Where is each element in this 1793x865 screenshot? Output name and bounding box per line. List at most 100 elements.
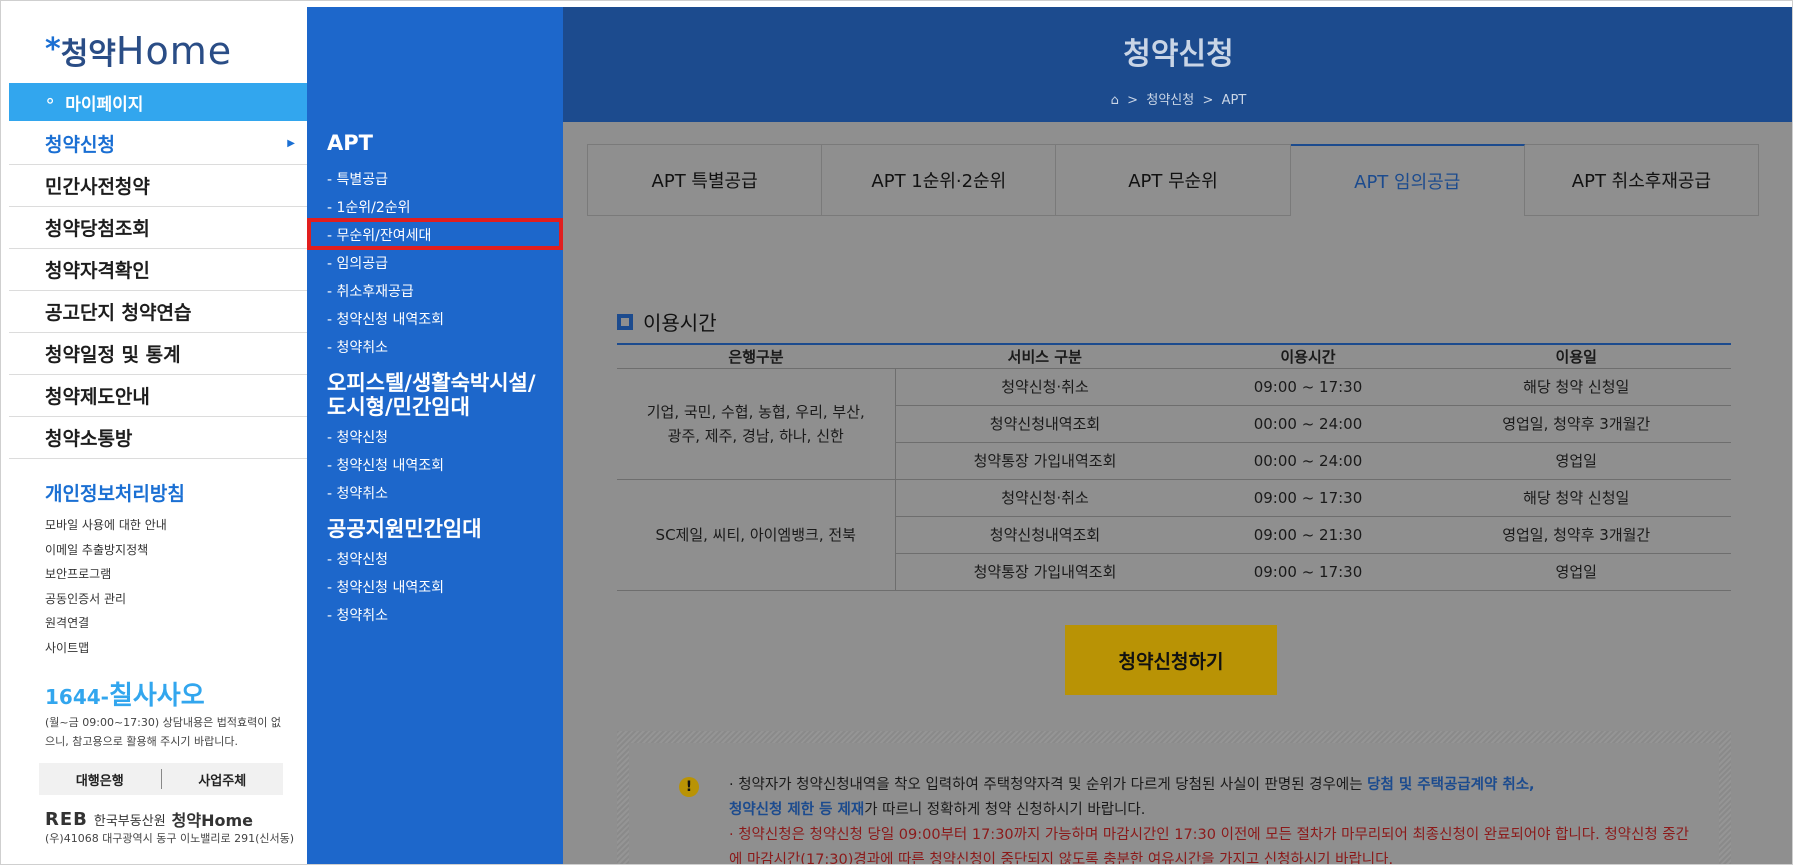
submenu-officetel-apply[interactable]: - 청약신청	[327, 427, 388, 447]
table-header-row: 은행구분 서비스 구분 이용시간 이용일	[617, 343, 1731, 369]
menu-item-private-pre[interactable]: 민간사전청약	[9, 165, 307, 207]
menu-item-label: 청약제도안내	[45, 386, 150, 408]
notice-box: ! · 청약자가 청약신청내역을 착오 입력하여 주택청약자격 및 순위가 다르…	[617, 731, 1731, 865]
cell-service: 청약신청·취소	[895, 368, 1195, 406]
submenu-public-title[interactable]: 공공지원민간임대	[327, 513, 482, 543]
submenu-public-history[interactable]: - 청약신청 내역조회	[327, 577, 444, 597]
submenu-resupply[interactable]: - 취소후재공급	[327, 281, 414, 301]
section-title-label: 이용시간	[643, 311, 717, 335]
table-row: SC제일, 씨티, 아이엠뱅크, 전북 청약신청·취소 09:00 ~ 17:3…	[617, 479, 1731, 591]
phone-number: 1644-칠사사오	[45, 675, 205, 712]
submenu-arbitrary[interactable]: - 임의공급	[327, 253, 388, 273]
hours-notice: (월~금 09:00~17:30) 상담내용은 법적효력이 없으니, 참고용으로…	[45, 716, 281, 748]
logo-korean: 청약	[60, 37, 116, 72]
reb-mark: REB	[45, 808, 88, 830]
menu-item-eligibility[interactable]: 청약자격확인	[9, 249, 307, 291]
submenu-officetel-title-2[interactable]: 도시형/민간임대	[327, 391, 470, 421]
cell-days: 영업일	[1421, 553, 1731, 591]
warning-icon: !	[679, 777, 699, 797]
submenu-public-apply[interactable]: - 청약신청	[327, 549, 388, 569]
breadcrumb-apt[interactable]: APT	[1222, 93, 1247, 108]
notice-p1-a: · 청약자가 청약신청내역을 착오 입력하여 주택청약자격 및 순위가 다르게 …	[729, 777, 1368, 793]
link-sitemap[interactable]: 사이트맵	[45, 636, 167, 661]
tab-business-entity[interactable]: 사업주체	[162, 770, 284, 789]
menu-item-label: 민간사전청약	[45, 176, 150, 198]
tab-agency-bank[interactable]: 대행은행	[39, 770, 161, 789]
menu-item-label: 공고단지 청약연습	[45, 302, 192, 324]
link-certificate[interactable]: 공동인증서 관리	[45, 587, 167, 612]
submenu-history[interactable]: - 청약신청 내역조회	[327, 309, 444, 329]
breadcrumb-apply[interactable]: 청약신청	[1146, 93, 1194, 108]
cell-days: 해당 청약 신청일	[1421, 479, 1731, 517]
privacy-policy-link[interactable]: 개인정보처리방침	[45, 479, 185, 506]
submenu-apt-title[interactable]: APT	[327, 131, 373, 155]
link-remote[interactable]: 원격연결	[45, 611, 167, 636]
menu-item-label: 청약소통방	[45, 428, 133, 450]
submenu-officetel-cancel[interactable]: - 청약취소	[327, 483, 388, 503]
cell-hours: 09:00 ~ 17:30	[1194, 553, 1422, 591]
agency-tabs: 대행은행 사업주체	[39, 763, 283, 795]
apply-button[interactable]: 청약신청하기	[1065, 625, 1277, 695]
breadcrumb: ⌂ > 청약신청 > APT	[563, 89, 1792, 108]
menu-item-label: 청약신청	[45, 134, 115, 156]
page-banner: 청약신청 ⌂ > 청약신청 > APT	[563, 7, 1792, 122]
header-days: 이용일	[1421, 343, 1731, 369]
header-hours: 이용시간	[1194, 343, 1422, 369]
tab-rank12[interactable]: APT 1순위·2순위	[822, 144, 1057, 216]
main-content: 청약신청 ⌂ > 청약신청 > APT APT 특별공급 APT 1순위·2순위…	[563, 7, 1792, 865]
tab-unranked[interactable]: APT 무순위	[1056, 144, 1291, 216]
menu-item-practice[interactable]: 공고단지 청약연습	[9, 291, 307, 333]
header-bank: 은행구분	[617, 343, 895, 369]
home-icon[interactable]: ⌂	[1111, 93, 1119, 108]
cell-service: 청약통장 가입내역조회	[895, 442, 1195, 480]
tab-resupply[interactable]: APT 취소후재공급	[1524, 144, 1760, 216]
caret-right-icon: ▶	[287, 138, 295, 149]
table-row: 기업, 국민, 수협, 농협, 우리, 부산, 광주, 제주, 경남, 하나, …	[617, 368, 1731, 480]
menu-item-apply[interactable]: 청약신청 ▶	[9, 123, 307, 165]
site-logo[interactable]: * 청약 Home	[45, 29, 232, 73]
phone-name: 칠사사오	[108, 681, 205, 711]
submenu-public-cancel[interactable]: - 청약취소	[327, 605, 388, 625]
cell-hours: 09:00 ~ 17:30	[1194, 368, 1422, 406]
menu-item-label: 청약당첨조회	[45, 218, 150, 240]
square-bullet-icon	[617, 313, 633, 330]
notice-p1-b: 당첨 및 주택공급계약 취소,	[1367, 777, 1535, 793]
cell-hours: 00:00 ~ 24:00	[1194, 405, 1422, 443]
cell-hours: 00:00 ~ 24:00	[1194, 442, 1422, 480]
footer-links: 모바일 사용에 대한 안내 이메일 추출방지정책 보안프로그램 공동인증서 관리…	[45, 513, 167, 660]
page-title: 청약신청	[1123, 37, 1234, 72]
main-menu: 청약신청 ▶ 민간사전청약 청약당첨조회 청약자격확인 공고단지 청약연습 청약…	[9, 123, 307, 459]
menu-item-schedule[interactable]: 청약일정 및 통계	[9, 333, 307, 375]
left-sidebar: * 청약 Home ⚬ 마이페이지 청약신청 ▶ 민간사전청약 청약당첨조회 청…	[9, 7, 307, 864]
tab-special-supply[interactable]: APT 특별공급	[587, 144, 823, 216]
cell-days: 영업일	[1421, 442, 1731, 480]
tab-arbitrary[interactable]: APT 임의공급	[1290, 144, 1525, 216]
menu-item-guide[interactable]: 청약제도안내	[9, 375, 307, 417]
submenu-cancel[interactable]: - 청약취소	[327, 337, 388, 357]
bank-group-2: SC제일, 씨티, 아이엠뱅크, 전북	[617, 479, 896, 591]
cell-days: 영업일, 청약후 3개월간	[1421, 405, 1731, 443]
link-email-policy[interactable]: 이메일 추출방지정책	[45, 538, 167, 563]
cell-service: 청약신청·취소	[895, 479, 1195, 517]
menu-item-winning-lookup[interactable]: 청약당첨조회	[9, 207, 307, 249]
cell-service: 청약통장 가입내역조회	[895, 553, 1195, 591]
link-mobile-guide[interactable]: 모바일 사용에 대한 안내	[45, 513, 167, 538]
submenu-panel: APT - 특별공급 - 1순위/2순위 - 무순위/잔여세대 - 임의공급 -…	[307, 7, 563, 864]
person-icon: ⚬	[43, 92, 58, 112]
phone-prefix: 1644-	[45, 685, 109, 709]
submenu-officetel-history[interactable]: - 청약신청 내역조회	[327, 455, 444, 475]
bank-group-1-line2: 광주, 제주, 경남, 하나, 신한	[667, 426, 844, 445]
link-security-program[interactable]: 보안프로그램	[45, 562, 167, 587]
cell-hours: 09:00 ~ 21:30	[1194, 516, 1422, 554]
section-title: 이용시간	[617, 307, 717, 336]
submenu-special-supply[interactable]: - 특별공급	[327, 169, 388, 189]
notice-paragraph-2: · 청약신청은 청약신청 당일 09:00부터 17:30까지 가능하며 마감시…	[729, 827, 1689, 865]
selection-highlight	[307, 218, 563, 250]
mypage-label: 마이페이지	[65, 94, 144, 115]
mypage-button[interactable]: ⚬ 마이페이지	[9, 83, 307, 121]
reb-org: 한국부동산원	[93, 813, 166, 829]
menu-item-community[interactable]: 청약소통방	[9, 417, 307, 459]
notice-p1-c: 청약신청 제한 등 제재	[729, 802, 865, 818]
submenu-rank12[interactable]: - 1순위/2순위	[327, 197, 411, 217]
menu-item-label: 청약일정 및 통계	[45, 344, 181, 366]
